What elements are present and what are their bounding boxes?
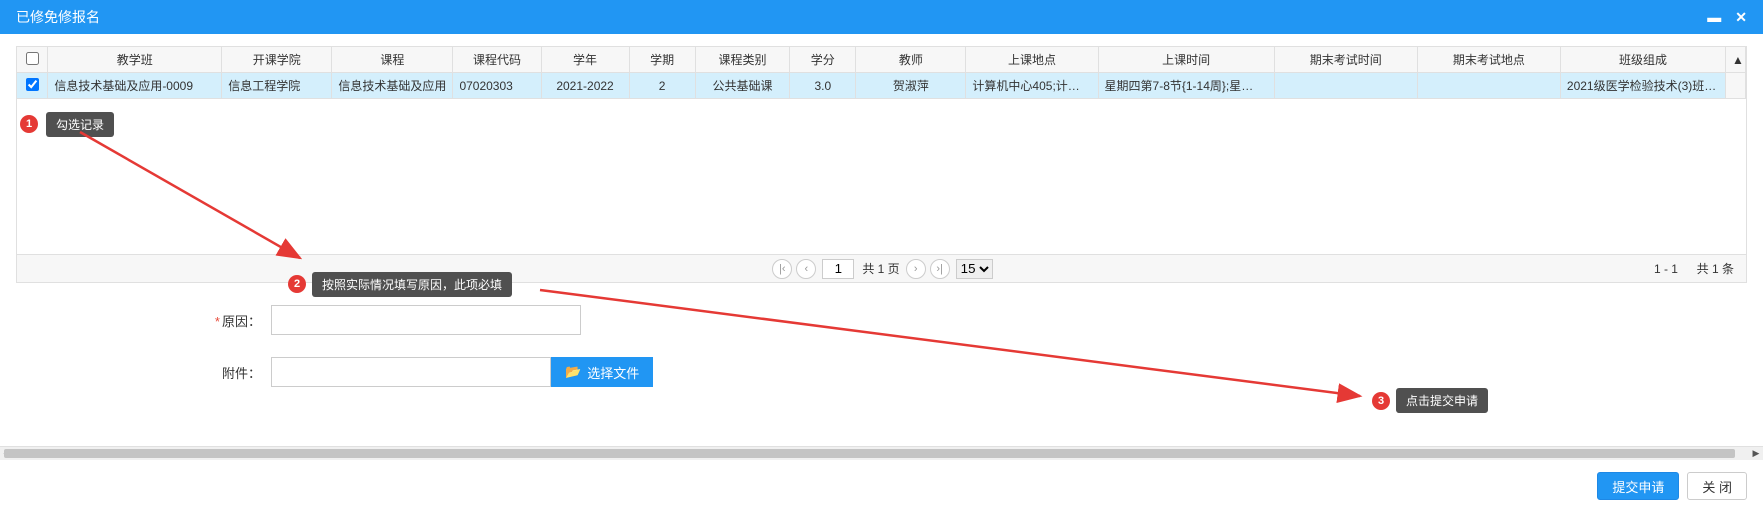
total-count-label: 共 1 条	[1697, 260, 1734, 277]
form-area: *原因： 附件： 选择文件	[16, 305, 1747, 387]
total-pages-label: 共 1 页	[862, 260, 899, 277]
folder-icon	[565, 364, 581, 380]
cell-location: 计算机中心405;计算…	[966, 73, 1098, 99]
cell-course: 信息技术基础及应用	[332, 73, 453, 99]
next-page-button[interactable]: ›	[906, 259, 926, 279]
col-course[interactable]: 课程	[332, 47, 453, 73]
table-panel: 教学班 开课学院 课程 课程代码 学年 学期 课程类别 学分 教师 上课地点 上…	[16, 46, 1747, 283]
last-page-button[interactable]: ›|	[930, 259, 950, 279]
step3-callout: 点击提交申请	[1396, 388, 1488, 413]
attachment-row: 附件： 选择文件	[16, 357, 1747, 387]
title-bar: 已修免修报名 ▬ ✕	[0, 0, 1763, 34]
pagination-bar: |‹ ‹ 共 1 页 › ›| 15 1 - 1 共 1 条	[17, 254, 1746, 282]
close-icon[interactable]: ✕	[1735, 9, 1747, 26]
step3-badge: 3	[1372, 392, 1390, 410]
submit-button[interactable]: 提交申请	[1597, 472, 1679, 500]
col-final-time[interactable]: 期末考试时间	[1274, 47, 1417, 73]
minimize-icon[interactable]: ▬	[1707, 9, 1721, 26]
step1-badge: 1	[20, 115, 38, 133]
col-class[interactable]: 教学班	[48, 47, 222, 73]
cell-final-loc	[1417, 73, 1560, 99]
page-number-input[interactable]	[822, 259, 854, 279]
row-spacer	[1726, 73, 1746, 99]
horizontal-scrollbar[interactable]: ◀ ▶	[0, 446, 1763, 460]
step2-badge: 2	[288, 275, 306, 293]
row-checkbox[interactable]	[26, 78, 39, 91]
reason-input[interactable]	[271, 305, 581, 335]
attachment-label: 附件：	[16, 363, 271, 382]
window-controls: ▬ ✕	[1707, 9, 1747, 26]
footer-actions: 提交申请 关 闭	[1597, 472, 1747, 500]
page-size-select[interactable]: 15	[956, 259, 993, 279]
cell-credit: 3.0	[790, 73, 856, 99]
col-final-loc[interactable]: 期末考试地点	[1417, 47, 1560, 73]
cell-class: 信息技术基础及应用-0009	[48, 73, 222, 99]
cell-category: 公共基础课	[695, 73, 790, 99]
range-label: 1 - 1	[1654, 262, 1678, 276]
col-course-code[interactable]: 课程代码	[453, 47, 541, 73]
content-wrap: 教学班 开课学院 课程 课程代码 学年 学期 课程类别 学分 教师 上课地点 上…	[0, 34, 1763, 421]
cell-college: 信息工程学院	[222, 73, 332, 99]
col-category[interactable]: 课程类别	[695, 47, 790, 73]
col-year[interactable]: 学年	[541, 47, 629, 73]
col-credit[interactable]: 学分	[790, 47, 856, 73]
col-teacher[interactable]: 教师	[856, 47, 966, 73]
choose-file-button[interactable]: 选择文件	[551, 357, 653, 387]
cell-class-group: 2021级医学检验技术(3)班…	[1560, 73, 1725, 99]
data-table: 教学班 开课学院 课程 课程代码 学年 学期 课程类别 学分 教师 上课地点 上…	[17, 47, 1746, 99]
reason-label: *原因：	[16, 311, 271, 330]
scrollbar-thumb[interactable]	[4, 449, 1735, 458]
step2-callout: 按照实际情况填写原因，此项必填	[312, 272, 512, 297]
header-checkbox[interactable]	[26, 52, 39, 65]
attachment-field[interactable]	[271, 357, 551, 387]
page-title: 已修免修报名	[16, 7, 100, 27]
first-page-button[interactable]: |‹	[772, 259, 792, 279]
scrollbar-spacer: ▲	[1726, 47, 1746, 73]
col-term[interactable]: 学期	[629, 47, 695, 73]
scroll-right-icon[interactable]: ▶	[1749, 447, 1763, 460]
close-button[interactable]: 关 闭	[1687, 472, 1747, 500]
col-location[interactable]: 上课地点	[966, 47, 1098, 73]
col-college[interactable]: 开课学院	[222, 47, 332, 73]
col-time[interactable]: 上课时间	[1098, 47, 1274, 73]
cell-teacher: 贺淑萍	[856, 73, 966, 99]
row-checkbox-cell	[17, 73, 48, 99]
col-class-group[interactable]: 班级组成	[1560, 47, 1725, 73]
cell-term: 2	[629, 73, 695, 99]
header-checkbox-cell	[17, 47, 48, 73]
cell-course-code: 07020303	[453, 73, 541, 99]
cell-time: 星期四第7-8节{1-14周};星…	[1098, 73, 1274, 99]
reason-row: *原因：	[16, 305, 1747, 335]
cell-final-time	[1274, 73, 1417, 99]
table-row[interactable]: 信息技术基础及应用-0009 信息工程学院 信息技术基础及应用 07020303…	[17, 73, 1746, 99]
table-header-row: 教学班 开课学院 课程 课程代码 学年 学期 课程类别 学分 教师 上课地点 上…	[17, 47, 1746, 73]
prev-page-button[interactable]: ‹	[796, 259, 816, 279]
required-mark: *	[215, 314, 220, 329]
cell-year: 2021-2022	[541, 73, 629, 99]
step1-callout: 勾选记录	[46, 112, 114, 137]
